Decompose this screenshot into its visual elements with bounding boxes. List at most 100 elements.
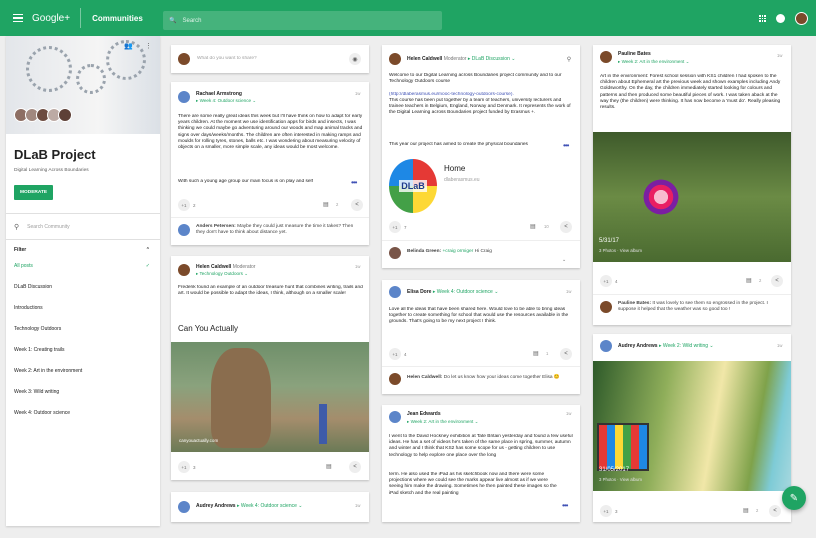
post-text: Art in the environment: Forest school se… (600, 74, 781, 111)
comment-icon[interactable]: ▤ (746, 277, 752, 284)
category-label: All posts (14, 262, 33, 269)
post-card: Pauline Bates ▸ Week 2: Art in the envir… (593, 45, 791, 325)
plus-one-button[interactable]: +1 4 (600, 275, 618, 287)
category-label: Week 3: Wild writing (14, 388, 60, 395)
category-week-2[interactable]: Week 2: Art in the environment (6, 360, 160, 381)
post-author[interactable]: Jean Edwards (407, 411, 441, 417)
share-icon[interactable]: < (560, 348, 572, 360)
avatar[interactable] (178, 264, 190, 276)
comment-icon[interactable]: ▤ (530, 223, 536, 230)
divider (382, 240, 580, 241)
post-author[interactable]: Elisa Dore ▸ Week 4: Outdoor science ⌄ (407, 289, 498, 295)
album-image[interactable]: 5/31/17 3 Photos · View album (593, 132, 791, 262)
person-figure (319, 404, 327, 444)
search-community-input[interactable]: ⚲ Search Community (6, 214, 160, 240)
camera-icon[interactable]: ◉ (349, 53, 361, 65)
plus-one-icon: +1 (600, 505, 612, 517)
plus-one-button[interactable]: +1 2 (178, 199, 196, 211)
category-week-1[interactable]: Week 1: Creating trails (6, 339, 160, 360)
post-card: Jean Edwards ▸ Week 2: Art in the enviro… (382, 405, 580, 522)
search-icon: 🔍 (169, 18, 177, 24)
post-author[interactable]: Rachael Armstrong (196, 91, 242, 97)
post-category[interactable]: ▸ Week 2: Art in the environment ⌄ (407, 419, 478, 425)
post-card: Helen Caldwell Moderator ▸ Technology Ou… (171, 256, 369, 480)
category-week-4[interactable]: Week 4: Outdoor science (6, 402, 160, 423)
flower-art (633, 177, 689, 217)
avatar[interactable] (389, 286, 401, 298)
menu-icon[interactable] (13, 13, 23, 23)
category-label: DLaB Discussion (14, 283, 53, 290)
plus-one-icon: +1 (389, 221, 401, 233)
avatar[interactable] (389, 53, 401, 65)
check-icon: ✓ (145, 262, 150, 269)
filter-header[interactable]: Filter ⌃ (6, 240, 160, 255)
link-preview[interactable]: DLaB Home dlaberasmus.eu (382, 155, 580, 219)
post-text: Frederik found an example of an outdoor … (178, 285, 363, 297)
post-time: 1w (566, 289, 572, 294)
avatar[interactable] (389, 411, 401, 423)
logo-text: DLaB (399, 180, 427, 192)
plus-one-button[interactable]: +1 4 (389, 348, 407, 360)
read-more-icon[interactable]: ••• (351, 178, 357, 187)
member-avatars[interactable] (6, 108, 160, 122)
album-meta: 3 Photos · View album (599, 248, 642, 253)
link-title[interactable]: Can You Actually (178, 324, 238, 333)
post-author[interactable]: Audrey Andrews ▸ Week 2: Wild writing ⌄ (618, 343, 714, 349)
share-icon[interactable]: < (349, 461, 361, 473)
category-all-posts[interactable]: All posts ✓ (6, 255, 160, 276)
category-dlab-discussion[interactable]: DLaB Discussion (6, 276, 160, 297)
plus-count: 4 (615, 278, 618, 284)
comment-icon[interactable]: ▤ (533, 350, 539, 357)
avatar[interactable] (178, 91, 190, 103)
composer-card[interactable]: What do you want to share? ◉ (171, 45, 369, 73)
read-more-icon[interactable]: ••• (563, 141, 569, 150)
link-image[interactable]: canyouactually.com (171, 342, 369, 452)
plus-one-button[interactable]: +1 3 (600, 505, 618, 517)
post-text: Welcome to our Digital Learning across B… (389, 73, 562, 85)
apps-grid-icon[interactable] (759, 15, 766, 22)
album-date: 31/05/2017 (599, 467, 630, 473)
share-icon[interactable]: < (769, 505, 781, 517)
comment-icon[interactable]: ▤ (743, 507, 749, 514)
more-comments-icon[interactable]: ⌄ (562, 257, 566, 263)
plus-count: 2 (193, 202, 196, 208)
avatar[interactable] (178, 501, 190, 513)
community-name: DLaB Project (14, 147, 96, 162)
category-introductions[interactable]: Introductions (6, 297, 160, 318)
plus-one-button[interactable]: +1 3 (178, 461, 196, 473)
comment-icon[interactable]: ▤ (326, 463, 332, 470)
plus-one-button[interactable]: +1 7 (389, 221, 407, 233)
post-author[interactable]: Pauline Bates (618, 51, 651, 57)
google-plus-logo[interactable]: Google+ (32, 13, 70, 24)
image-caption: canyouactually.com (179, 438, 219, 443)
avatar[interactable] (600, 51, 612, 63)
post-category[interactable]: ▸ Week 2: Art in the environment ⌄ (618, 59, 689, 65)
moderate-button[interactable]: MODERATE (14, 185, 54, 200)
post-author[interactable]: Helen Caldwell Moderator (196, 264, 255, 270)
avatar[interactable] (600, 340, 612, 352)
post-text-more: term. He also used the iPad as his sketc… (389, 472, 557, 496)
album-image[interactable]: 31/05/2017 3 Photos · View album (593, 361, 791, 491)
pin-icon[interactable]: ⚲ (563, 53, 575, 65)
category-label: Technology Outdoors (14, 325, 62, 332)
post-category[interactable]: ▸ Week 4: Outdoor science ⌄ (196, 98, 256, 104)
share-icon[interactable]: < (351, 199, 363, 211)
compose-fab-pencil-icon[interactable]: ✎ (782, 486, 806, 510)
share-icon[interactable]: < (560, 221, 572, 233)
notifications-icon[interactable] (776, 14, 785, 23)
post-author[interactable]: Audrey Andrews ▸ Week 4: Outdoor science… (196, 503, 303, 509)
share-icon[interactable]: < (771, 275, 783, 287)
category-week-3[interactable]: Week 3: Wild writing (6, 381, 160, 402)
read-more-icon[interactable]: ••• (562, 501, 568, 510)
post-category[interactable]: ▸ Technology Outdoors ⌄ (196, 271, 248, 277)
section-title: Communities (92, 13, 143, 23)
account-avatar[interactable] (795, 12, 808, 25)
more-vert-icon[interactable]: ⋮ (145, 42, 152, 50)
post-author[interactable]: Helen Caldwell Moderator ▸ DLaB Discussi… (407, 56, 515, 62)
divider (171, 217, 369, 218)
search-input[interactable]: 🔍 Search (163, 11, 442, 30)
comment-icon[interactable]: ▤ (323, 201, 329, 208)
category-technology-outdoors[interactable]: Technology Outdoors (6, 318, 160, 339)
members-icon[interactable]: 👥 (124, 42, 133, 50)
avatar (178, 224, 190, 236)
